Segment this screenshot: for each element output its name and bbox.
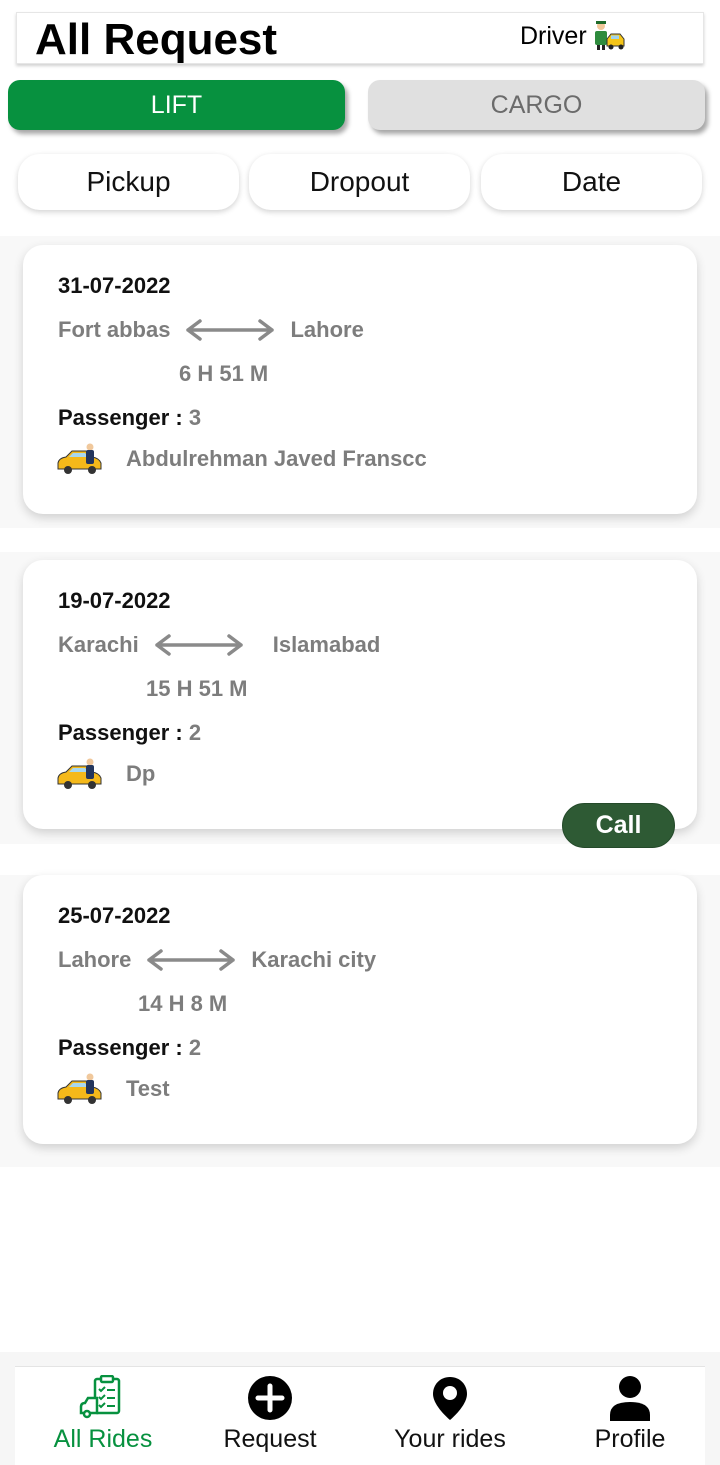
filter-pickup[interactable]: Pickup xyxy=(18,154,239,210)
driver-name: Test xyxy=(126,1076,170,1101)
request-card[interactable]: 31-07-2022 Fort abbas Lahore 6 H 51 M Pa… xyxy=(23,245,697,514)
passenger-label: Passenger : xyxy=(58,405,183,430)
role-indicator: Driver xyxy=(520,21,625,51)
filter-date[interactable]: Date xyxy=(481,154,702,210)
role-label: Driver xyxy=(520,21,587,50)
route: Lahore Karachi city xyxy=(58,945,376,975)
bottom-nav: All Rides Request Your rides Profile xyxy=(15,1366,705,1465)
request-date: 31-07-2022 xyxy=(58,273,171,298)
route-from: Karachi xyxy=(58,632,139,657)
route-to: Lahore xyxy=(290,317,364,342)
passenger-count: 2 xyxy=(188,1035,202,1060)
request-card[interactable]: 19-07-2022 Karachi Islamabad 15 H 51 M P… xyxy=(23,560,697,829)
double-arrow-icon xyxy=(154,634,243,656)
tab-cargo[interactable]: CARGO xyxy=(368,80,705,130)
rides-list-icon xyxy=(79,1375,121,1419)
passenger-info: Passenger : 2 xyxy=(58,720,201,746)
page-title: All Request xyxy=(35,15,278,64)
route: Karachi Islamabad xyxy=(58,630,380,660)
route: Fort abbas Lahore xyxy=(58,315,364,345)
driver-taxi-icon xyxy=(594,21,625,50)
driver-info: Test xyxy=(56,1071,170,1107)
driver-info: Abdulrehman Javed Franscc xyxy=(56,441,427,477)
app-header: All Request Driver xyxy=(16,12,704,64)
passenger-count: 3 xyxy=(188,405,202,430)
double-arrow-icon xyxy=(186,319,275,341)
filter-dropout[interactable]: Dropout xyxy=(249,154,470,210)
driver-name: Abdulrehman Javed Franscc xyxy=(126,446,427,471)
person-icon xyxy=(610,1376,650,1421)
request-date: 19-07-2022 xyxy=(58,588,171,613)
plus-circle-icon xyxy=(248,1376,292,1420)
trip-duration: 6 H 51 M xyxy=(179,361,269,386)
taxi-driver-icon xyxy=(57,1073,102,1104)
nav-all-rides[interactable]: All Rides xyxy=(17,1367,189,1465)
tab-lift[interactable]: LIFT xyxy=(8,80,345,130)
double-arrow-icon xyxy=(147,949,236,971)
route-from: Fort abbas xyxy=(58,317,171,342)
route-from: Lahore xyxy=(58,947,132,972)
call-button[interactable]: Call xyxy=(562,803,675,848)
map-pin-icon xyxy=(433,1377,467,1420)
trip-duration: 15 H 51 M xyxy=(146,676,248,701)
passenger-count: 2 xyxy=(188,720,202,745)
trip-duration: 14 H 8 M xyxy=(138,991,228,1016)
passenger-label: Passenger : xyxy=(58,1035,183,1060)
request-card[interactable]: 25-07-2022 Lahore Karachi city 14 H 8 M … xyxy=(23,875,697,1144)
passenger-info: Passenger : 3 xyxy=(58,405,201,431)
nav-label: Profile xyxy=(594,1425,666,1453)
route-to: Islamabad xyxy=(272,632,381,657)
taxi-driver-icon xyxy=(57,758,102,789)
driver-info: Dp xyxy=(56,756,155,792)
route-to: Karachi city xyxy=(251,947,377,972)
passenger-info: Passenger : 2 xyxy=(58,1035,201,1061)
taxi-driver-icon xyxy=(57,443,102,474)
nav-request[interactable]: Request xyxy=(184,1367,356,1465)
nav-profile[interactable]: Profile xyxy=(544,1367,716,1465)
request-date: 25-07-2022 xyxy=(58,903,171,928)
nav-label: All Rides xyxy=(53,1425,153,1453)
nav-your-rides[interactable]: Your rides xyxy=(364,1367,536,1465)
passenger-label: Passenger : xyxy=(58,720,183,745)
nav-label: Your rides xyxy=(394,1425,506,1453)
driver-name: Dp xyxy=(126,761,156,786)
nav-label: Request xyxy=(223,1425,317,1453)
